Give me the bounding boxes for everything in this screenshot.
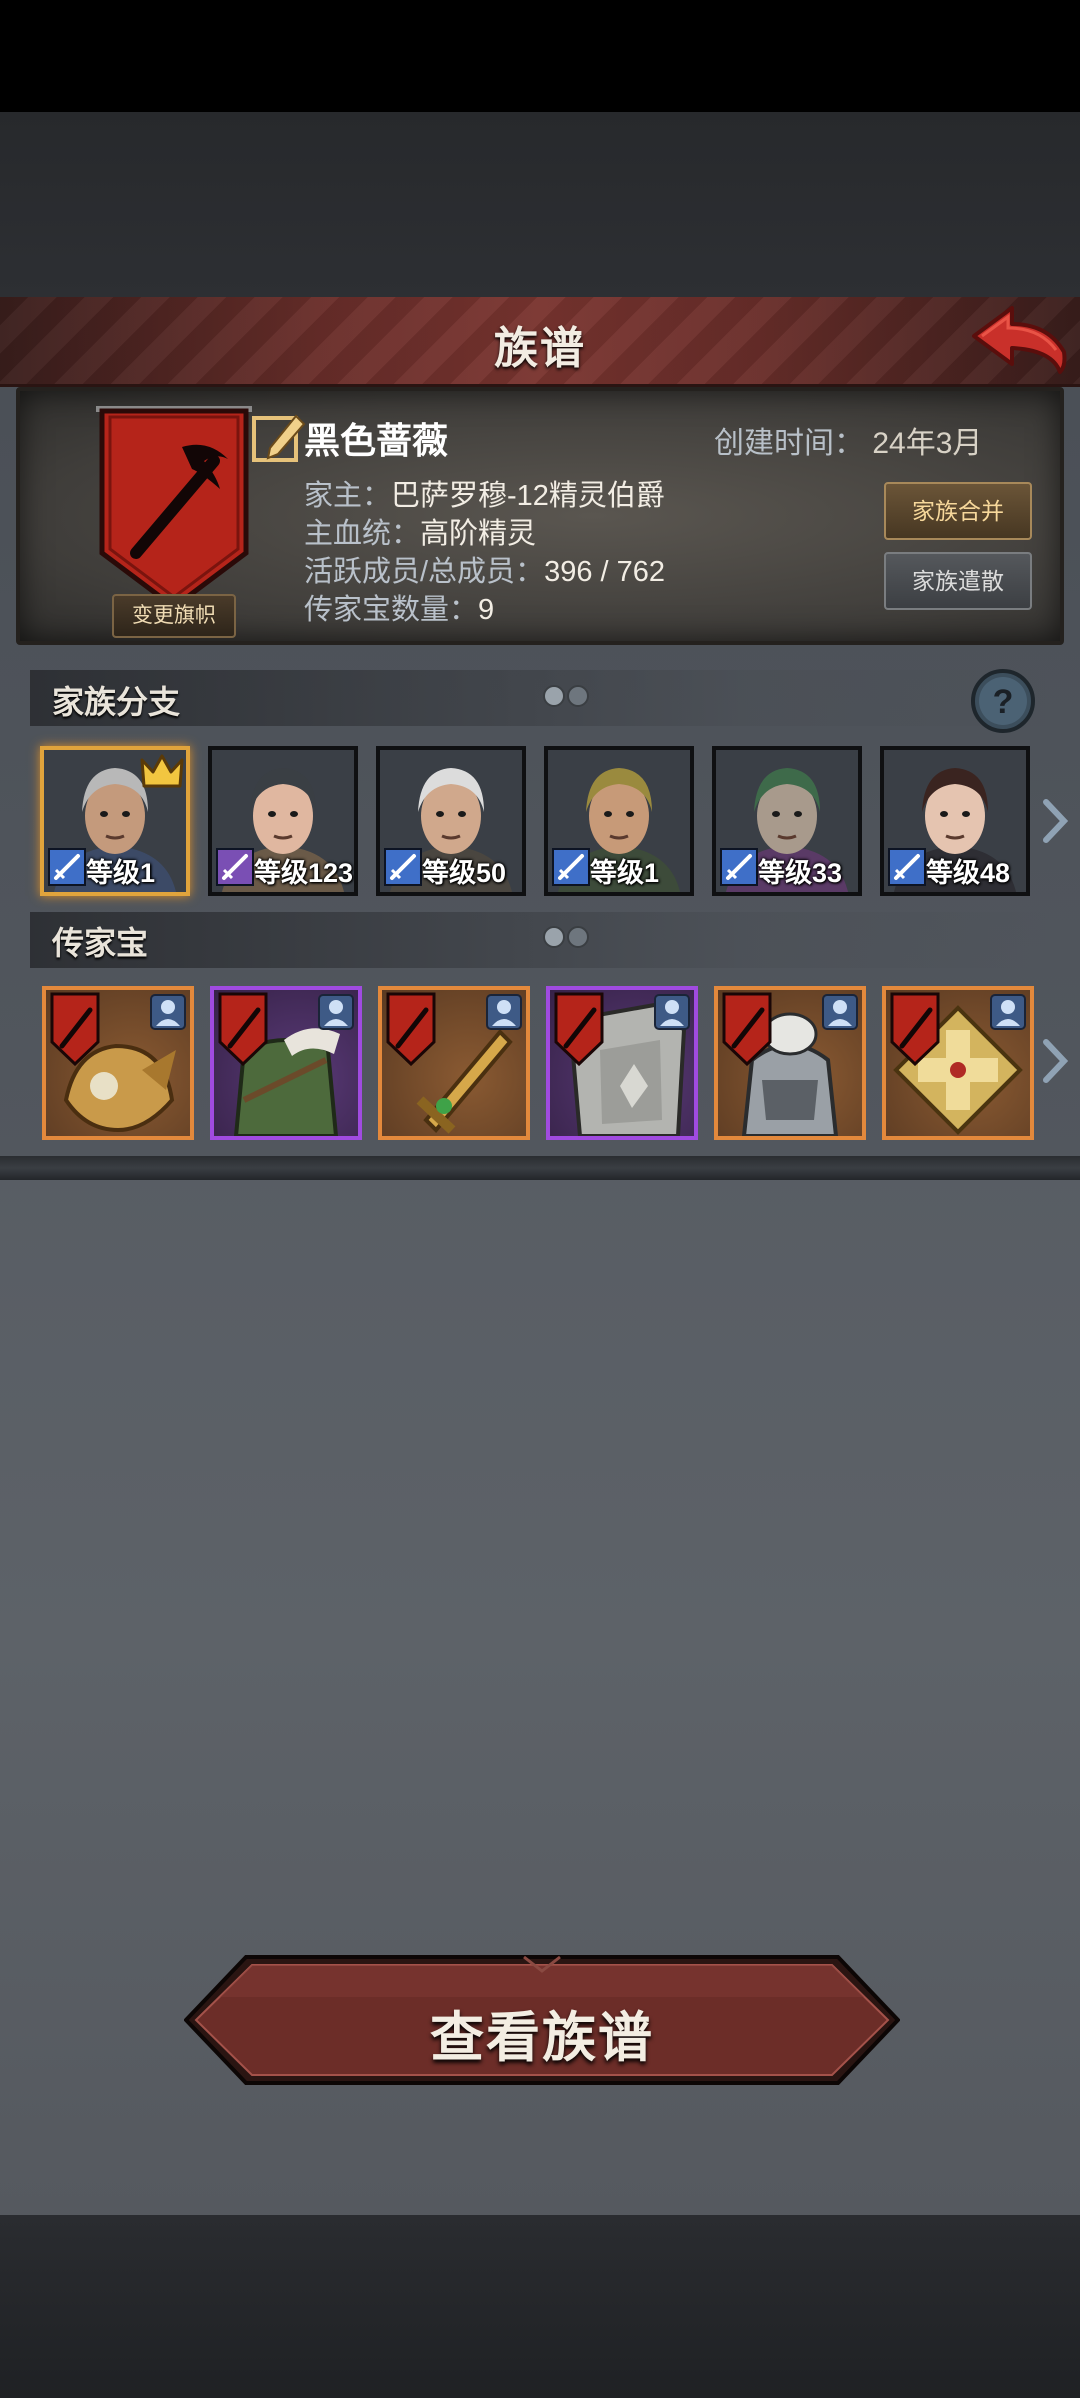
members-value: 396 / 762 <box>544 556 666 588</box>
head-label: 家主： <box>304 480 392 512</box>
family-shield-icon <box>218 992 268 1066</box>
family-name: 黑色蔷薇 <box>304 420 449 461</box>
family-member-card[interactable]: 等级1 <box>544 746 694 896</box>
sword-class-icon <box>384 848 422 886</box>
family-shield-icon <box>890 992 940 1066</box>
heirlooms-title: 传家宝 <box>52 925 149 961</box>
person-icon <box>150 994 186 1030</box>
person-icon <box>486 994 522 1030</box>
chevron-right-icon[interactable] <box>1040 796 1070 846</box>
created-value: 24年3月 <box>872 427 983 460</box>
member-level: 等级50 <box>422 858 507 888</box>
members-row: 活跃成员/总成员：396 / 762 <box>304 548 665 590</box>
pager-dots-icon <box>543 685 589 707</box>
crown-icon <box>140 754 184 788</box>
heirloom-count-label: 传家宝数量： <box>304 594 479 626</box>
family-shield-icon <box>554 992 604 1066</box>
pager-dots-icon <box>543 926 589 948</box>
heirloom-card-golden-dagger[interactable] <box>378 986 530 1140</box>
member-level: 等级123 <box>254 858 354 888</box>
background-top <box>0 112 1080 297</box>
heirloom-card-silver-armor[interactable] <box>714 986 866 1140</box>
bloodline-value: 高阶精灵 <box>420 518 537 550</box>
pencil-edit-icon[interactable] <box>250 408 306 464</box>
chevron-right-icon[interactable] <box>1040 1036 1070 1086</box>
family-banner[interactable] <box>96 403 252 613</box>
person-icon <box>654 994 690 1030</box>
branches-title: 家族分支 <box>52 684 181 720</box>
question-mark-icon[interactable]: ? <box>970 668 1036 734</box>
sword-class-icon <box>720 848 758 886</box>
member-level: 等级1 <box>590 858 660 888</box>
svg-text:?: ? <box>993 683 1014 721</box>
family-member-card[interactable]: 等级50 <box>376 746 526 896</box>
person-icon <box>822 994 858 1030</box>
view-button-label: 查看族谱 <box>430 2008 654 2068</box>
head-value: 巴萨罗穆-12精灵伯爵 <box>391 480 665 512</box>
status-bar <box>0 0 1080 112</box>
background-bottom <box>0 2215 1080 2398</box>
heirloom-count-row: 传家宝数量：9 <box>304 586 494 628</box>
bloodline-label: 主血统： <box>304 518 421 550</box>
sword-class-icon <box>48 848 86 886</box>
family-dismiss-button[interactable]: 家族遣散 <box>884 552 1032 610</box>
created-time: 创建时间： 24年3月 <box>714 418 982 462</box>
member-level: 等级33 <box>758 858 843 888</box>
heirloom-card-green-fur-coat[interactable] <box>210 986 362 1140</box>
family-head-row: 家主：巴萨罗穆-12精灵伯爵 <box>304 472 665 514</box>
page-title: 族谱 <box>494 324 586 373</box>
person-icon <box>318 994 354 1030</box>
family-shield-icon <box>50 992 100 1066</box>
family-member-card[interactable]: 等级48 <box>880 746 1030 896</box>
staff-class-icon <box>216 848 254 886</box>
panel-divider <box>0 1156 1080 1180</box>
person-icon <box>990 994 1026 1030</box>
family-member-card[interactable]: 等级123 <box>208 746 358 896</box>
member-level: 等级1 <box>86 858 156 888</box>
heirloom-card-steel-shield[interactable] <box>546 986 698 1140</box>
members-label: 活跃成员/总成员： <box>304 556 545 588</box>
family-shield-icon <box>386 992 436 1066</box>
member-level: 等级48 <box>926 858 1011 888</box>
back-arrow-icon[interactable] <box>968 300 1072 380</box>
family-merge-button[interactable]: 家族合并 <box>884 482 1032 540</box>
family-member-card[interactable]: 等级1 <box>40 746 190 896</box>
sword-class-icon <box>552 848 590 886</box>
family-member-card[interactable]: 等级33 <box>712 746 862 896</box>
created-label: 创建时间： <box>714 427 864 460</box>
change-banner-button[interactable]: 变更旗帜 <box>112 594 236 638</box>
sword-class-icon <box>888 848 926 886</box>
heirloom-count-value: 9 <box>478 594 495 626</box>
bloodline-row: 主血统：高阶精灵 <box>304 510 536 552</box>
family-shield-icon <box>722 992 772 1066</box>
heirloom-card-golden-cross-shield[interactable] <box>882 986 1034 1140</box>
heirloom-card-golden-dragon-helm[interactable] <box>42 986 194 1140</box>
